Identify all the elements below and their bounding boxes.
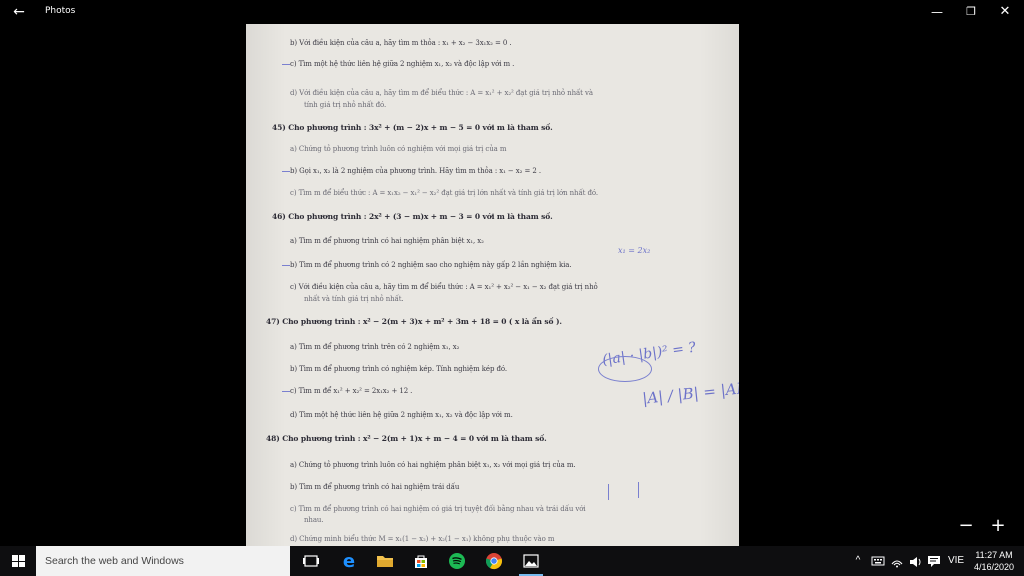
start-button[interactable] [0, 546, 36, 576]
doc-line: b) Tìm m để phương trình có nghiệm kép. … [290, 365, 507, 373]
doc-line: b) Gọi x₁, x₂ là 2 nghiệm của phương trì… [290, 167, 541, 175]
pen-tick-mark [282, 391, 290, 392]
doc-line: d) Với điều kiện của câu a, hãy tìm m để… [290, 89, 593, 97]
arrow-left-icon: ← [13, 4, 25, 20]
volume-button[interactable] [907, 552, 923, 576]
doc-line: 45) Cho phương trình : 3x² + (m − 2)x + … [272, 123, 553, 132]
doc-line: c) Tìm m để biểu thức : A = x₁x₂ − x₁² −… [290, 189, 598, 197]
doc-line: c) Với điều kiện của câu a, hãy tìm m để… [290, 283, 598, 291]
doc-line: b) Tìm m để phương trình có hai nghiệm t… [290, 483, 460, 491]
doc-line: nhau. [304, 516, 324, 524]
edge-button[interactable]: e [334, 546, 364, 576]
doc-line: d) Tìm một hệ thức liên hệ giữa 2 nghiệm… [290, 411, 513, 419]
tray-overflow-chevron[interactable]: ^ [852, 552, 864, 570]
search-placeholder: Search the web and Windows [45, 555, 184, 567]
zoom-out-button[interactable]: − [955, 515, 977, 537]
spotify-icon [449, 553, 465, 569]
input-indicator-icon[interactable] [870, 552, 886, 576]
chrome-button[interactable] [479, 546, 509, 576]
doc-line: c) Tìm một hệ thức liên hệ giữa 2 nghiệm… [290, 60, 515, 68]
doc-line: a) Tìm m để phương trình có hai nghiệm p… [290, 237, 484, 245]
windows-logo-icon [12, 555, 25, 567]
edge-icon: e [343, 551, 355, 572]
taskbar: Search the web and Windows e ^ VIE 11:27… [0, 546, 1024, 576]
photos-icon [523, 554, 539, 568]
doc-line: c) Tìm m để x₁² + x₂² = 2x₁x₂ + 12 . [290, 387, 413, 395]
language-indicator[interactable]: VIE [944, 552, 968, 570]
search-input[interactable]: Search the web and Windows [36, 546, 290, 576]
clock-time: 11:27 AM [975, 550, 1013, 560]
doc-line: a) Tìm m để phương trình trên có 2 nghiệ… [290, 343, 460, 351]
file-explorer-button[interactable] [370, 546, 400, 576]
app-title: Photos [45, 6, 76, 16]
handwritten-note: |A| / |B| = |AB| [641, 378, 739, 408]
back-button[interactable]: ← [8, 3, 30, 21]
doc-line: 48) Cho phương trình : x² − 2(m + 1)x + … [266, 434, 547, 443]
doc-line: b) Với điều kiện của câu a, hãy tìm m th… [290, 39, 512, 47]
maximize-button[interactable]: ❐ [954, 2, 988, 22]
close-button[interactable]: ✕ [988, 2, 1022, 22]
task-view-button[interactable] [296, 546, 326, 576]
doc-line: a) Chứng tỏ phương trình luôn có nghiệm … [290, 145, 507, 153]
store-icon [415, 555, 427, 568]
pen-circle-mark [598, 356, 652, 382]
zoom-in-button[interactable]: + [987, 515, 1009, 537]
doc-line: c) Tìm m để phương trình có hai nghiệm c… [290, 505, 586, 513]
pen-stroke-mark [638, 482, 639, 498]
speaker-icon [910, 557, 921, 567]
task-view-icon [303, 555, 319, 567]
pen-tick-mark [282, 64, 290, 65]
folder-icon [377, 556, 393, 567]
doc-line: tính giá trị nhỏ nhất đó. [304, 101, 387, 109]
photo-canvas[interactable]: b) Với điều kiện của câu a, hãy tìm m th… [246, 24, 739, 546]
wifi-status-button[interactable] [889, 552, 905, 576]
minimize-button[interactable]: — [920, 2, 954, 22]
keyboard-icon [871, 556, 885, 566]
doc-line: 47) Cho phương trình : x² − 2(m + 3)x + … [266, 317, 562, 326]
doc-line: d) Chứng minh biểu thức M = x₁(1 − x₂) +… [290, 535, 555, 543]
doc-line: a) Chứng tỏ phương trình luôn có hai ngh… [290, 461, 576, 469]
handwritten-note: x₁ = 2x₂ [618, 246, 651, 255]
pen-tick-mark [282, 171, 290, 172]
title-bar: ← Photos — ❐ ✕ [0, 0, 1024, 24]
doc-line: 46) Cho phương trình : 2x² + (3 − m)x + … [272, 212, 553, 221]
clock-date: 4/16/2020 [973, 562, 1015, 572]
pen-stroke-mark [608, 484, 609, 500]
doc-line: b) Tìm m để phương trình có 2 nghiệm sao… [290, 261, 572, 269]
clock[interactable]: 11:27 AM 4/16/2020 [968, 549, 1020, 573]
svg-text:e: e [343, 551, 355, 572]
chrome-icon [485, 553, 503, 570]
spotify-button[interactable] [442, 546, 472, 576]
action-center-button[interactable] [926, 552, 942, 576]
wifi-icon [891, 560, 903, 568]
photos-button[interactable] [516, 546, 546, 576]
doc-line: nhất và tính giá trị nhỏ nhất. [304, 295, 404, 303]
notification-icon [928, 556, 940, 567]
store-button[interactable] [406, 546, 436, 576]
pen-tick-mark [282, 265, 290, 266]
